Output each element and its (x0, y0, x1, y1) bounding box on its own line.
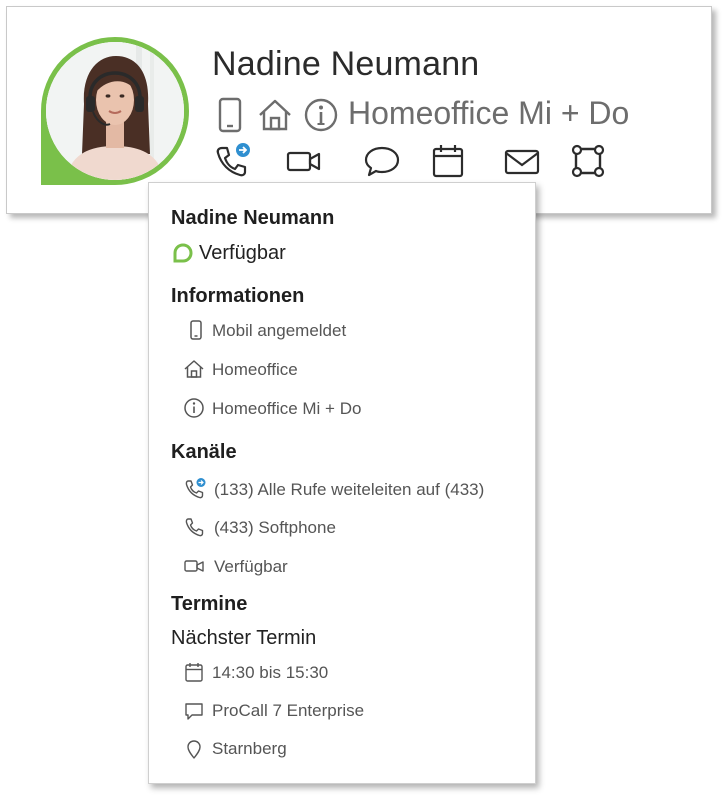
chat-button[interactable] (362, 141, 402, 181)
mail-button[interactable] (502, 141, 542, 181)
presence-available-icon (173, 243, 193, 263)
collaboration-icon (571, 144, 605, 178)
home-icon (184, 360, 204, 378)
section-informationen: Informationen (171, 285, 305, 307)
popup-contact-name: Nadine Neumann (171, 207, 335, 229)
calendar-icon (432, 145, 464, 178)
phone-forward-icon (216, 143, 250, 177)
section-termine: Termine (171, 593, 248, 615)
calendar-icon (185, 663, 203, 682)
info-icon (184, 398, 204, 418)
mail-icon (504, 149, 540, 175)
home-icon (259, 99, 291, 131)
info-item: Mobil angemeldet (212, 321, 347, 340)
collaboration-button[interactable] (568, 141, 608, 181)
phone-icon (185, 518, 204, 537)
info-icon (304, 98, 338, 132)
video-button[interactable] (284, 141, 324, 181)
status-text: Homeoffice Mi + Do (348, 95, 630, 131)
section-kanaele: Kanäle (171, 441, 237, 463)
phone-forward-icon (185, 478, 206, 499)
contact-name: Nadine Neumann (212, 45, 480, 83)
channel-item[interactable]: (133) Alle Rufe weiteleiten auf (433) (214, 480, 484, 500)
info-item: Homeoffice (212, 360, 298, 379)
next-appointment-label: Nächster Termin (171, 627, 317, 649)
location-pin-icon (187, 740, 201, 759)
avatar-photo (46, 42, 184, 180)
contact-details-popup: Nadine Neumann Verfügbar Informationen M… (148, 182, 536, 784)
channel-item[interactable]: Verfügbar (214, 557, 288, 577)
calendar-button[interactable] (428, 141, 468, 181)
appointment-location: Starnberg (212, 739, 287, 758)
info-item: Homeoffice Mi + Do (212, 399, 362, 418)
chat-icon (364, 146, 400, 177)
video-icon (184, 560, 204, 572)
appointment-time: 14:30 bis 15:30 (212, 663, 329, 682)
presence-status: Verfügbar (199, 242, 286, 264)
mobile-icon (190, 320, 202, 340)
mobile-icon (218, 97, 242, 133)
channel-item[interactable]: (433) Softphone (214, 518, 336, 538)
video-icon (286, 151, 321, 172)
call-button[interactable] (212, 141, 252, 181)
message-icon (185, 703, 203, 720)
avatar[interactable] (41, 37, 189, 185)
appointment-subject: ProCall 7 Enterprise (212, 701, 365, 720)
